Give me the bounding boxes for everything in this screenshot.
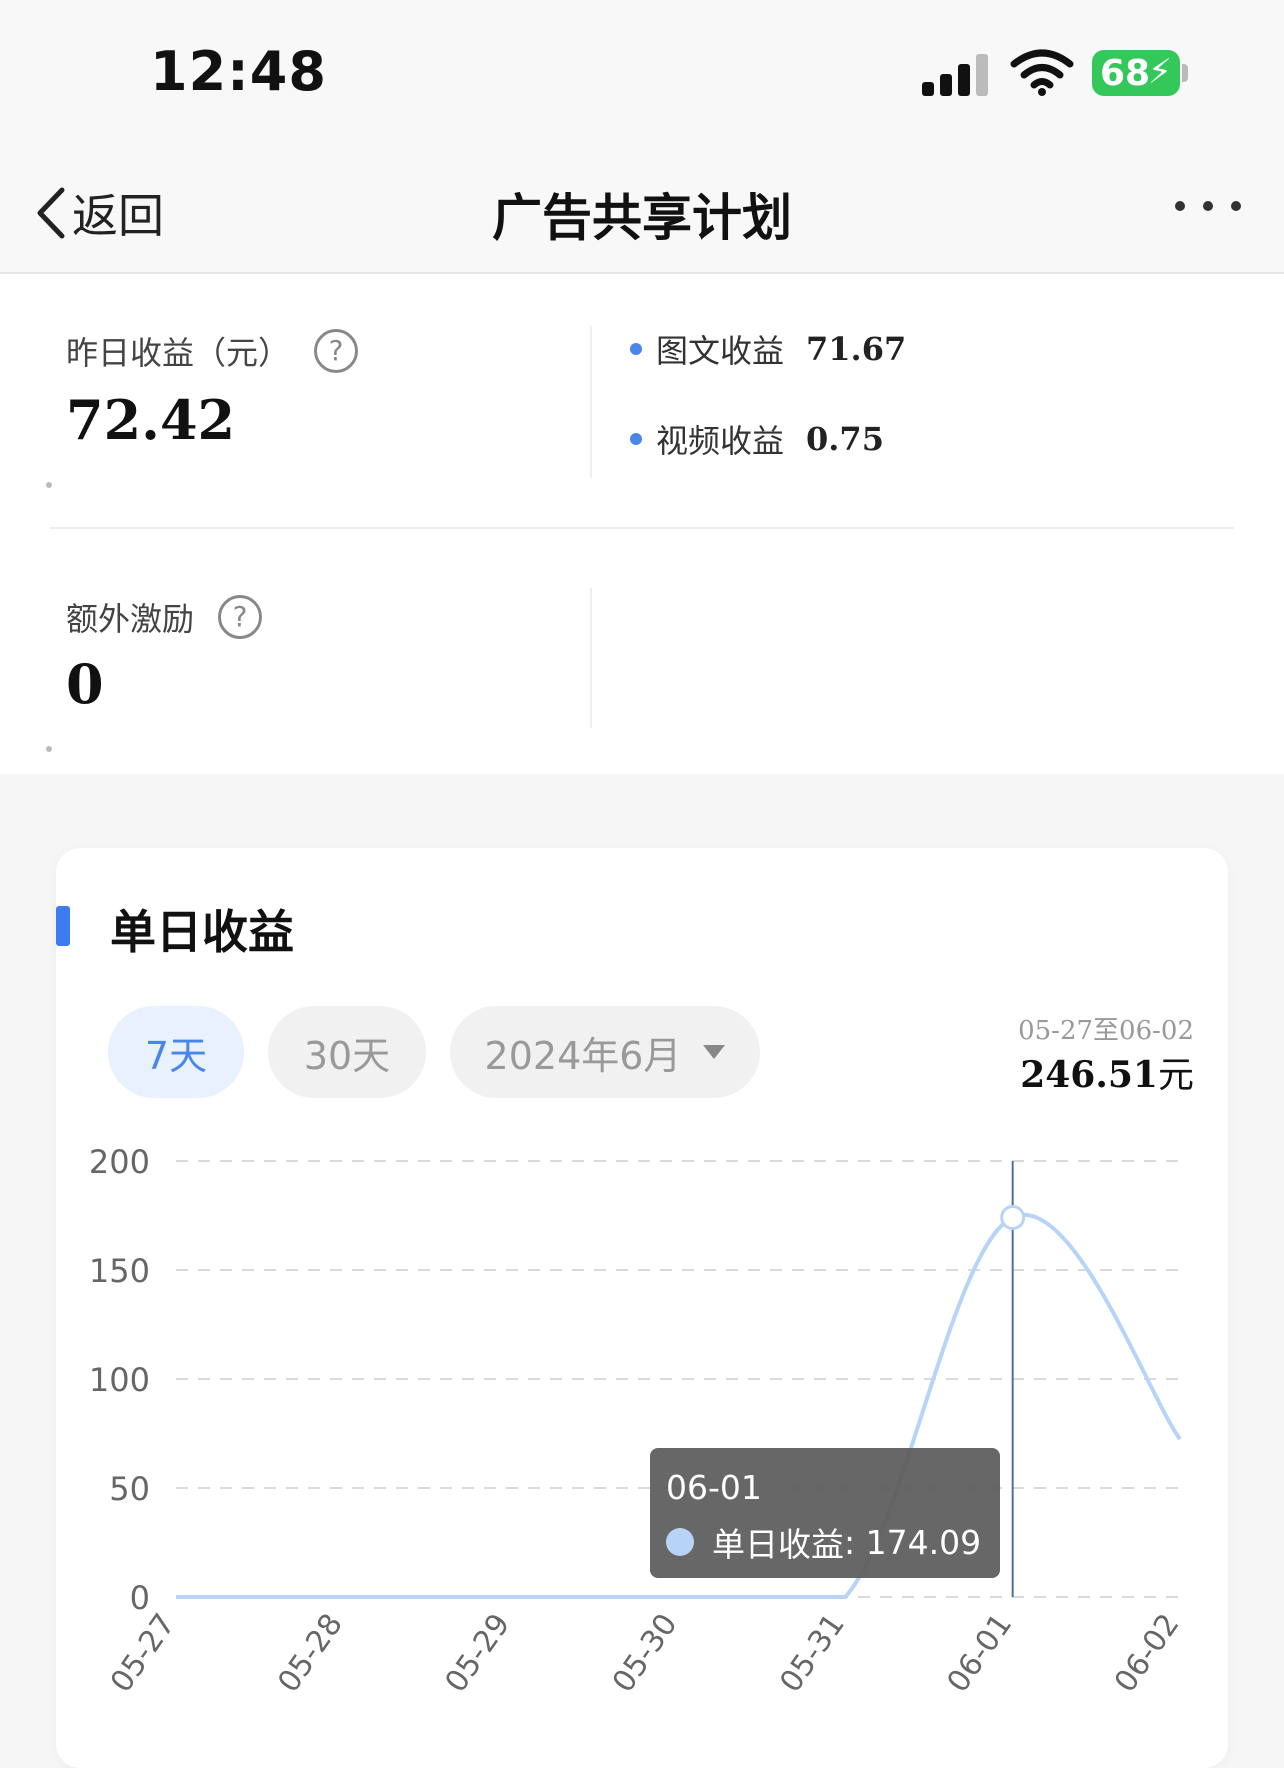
- chart-tooltip: 06-01 单日收益: 174.09: [650, 1448, 1000, 1578]
- tooltip-date: 06-01: [666, 1468, 762, 1507]
- x-tick-label: 05-30: [606, 1608, 685, 1699]
- tooltip-row: 单日收益: 174.09: [666, 1518, 981, 1566]
- y-tick-label: 100: [89, 1361, 150, 1399]
- tooltip-sep: :: [844, 1522, 866, 1562]
- y-tick-label: 50: [109, 1470, 150, 1508]
- x-tick-label: 06-01: [941, 1608, 1020, 1699]
- y-tick-label: 0: [130, 1579, 150, 1617]
- y-tick-label: 150: [89, 1252, 150, 1290]
- x-tick-label: 05-27: [104, 1608, 183, 1699]
- x-tick-label: 06-02: [1108, 1608, 1187, 1699]
- y-tick-label: 200: [89, 1143, 150, 1181]
- series-dot-icon: [666, 1528, 694, 1556]
- x-tick-label: 05-31: [773, 1608, 852, 1699]
- x-tick-label: 05-28: [271, 1608, 350, 1699]
- tooltip-series: 单日收益: [712, 1525, 844, 1564]
- x-tick-label: 05-29: [439, 1608, 518, 1699]
- daily-earnings-chart[interactable]: 0 50 100 150 200 05-27 05-28 05-29 05-30 05-31 06-…: [0, 0, 1284, 1742]
- tooltip-value: 174.09: [865, 1522, 982, 1562]
- data-point: [1000, 1204, 1026, 1230]
